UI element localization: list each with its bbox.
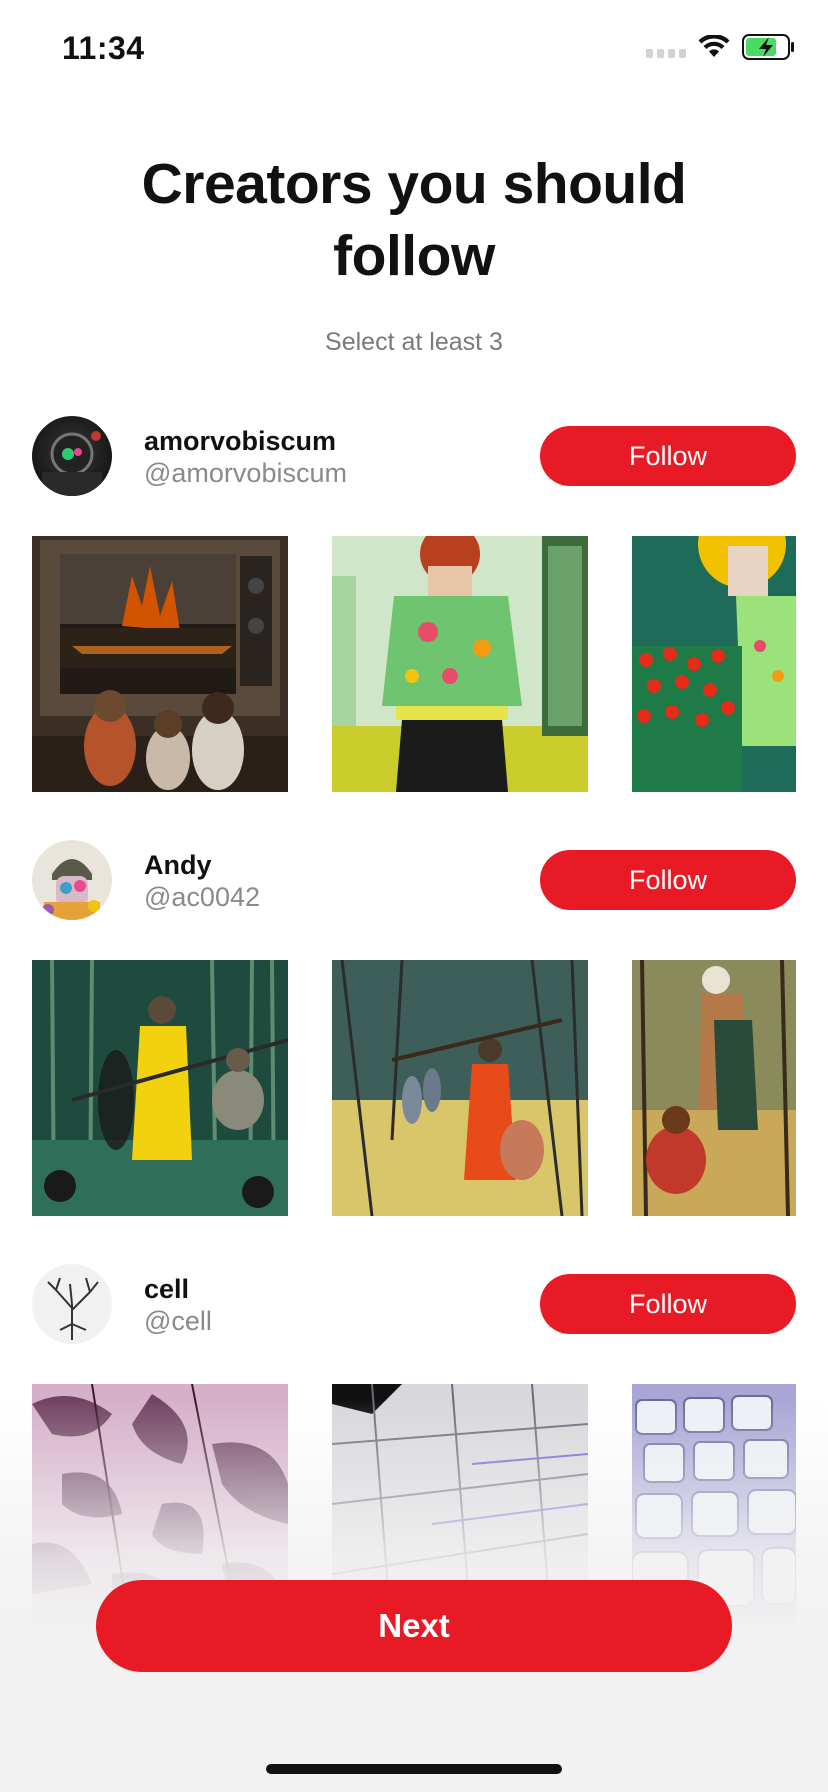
avatar[interactable] xyxy=(32,416,112,496)
wifi-icon xyxy=(698,35,730,59)
signal-icon xyxy=(646,36,686,58)
creator-name: Andy xyxy=(144,850,212,880)
creator-handle: @cell xyxy=(144,1306,212,1336)
artwork-thumbnail[interactable] xyxy=(332,960,588,1216)
screen: 11:34 Creators you should follow Select … xyxy=(0,0,828,1792)
page-title: Creators you should follow xyxy=(141,152,687,288)
creator-row: cell @cell Follow xyxy=(32,1264,796,1344)
home-indicator[interactable] xyxy=(266,1764,562,1774)
follow-button[interactable]: Follow xyxy=(540,850,796,910)
status-icons xyxy=(646,34,796,60)
next-button[interactable]: Next xyxy=(96,1580,732,1672)
battery-charging-icon xyxy=(742,34,796,60)
creator-item-andy: Andy @ac0042 Follow xyxy=(0,840,828,1220)
creator-row: amorvobiscum @amorvobiscum Follow xyxy=(32,416,796,496)
artwork-thumbnail[interactable] xyxy=(32,960,288,1216)
artwork-thumbnail[interactable] xyxy=(632,536,796,792)
creator-row: Andy @ac0042 Follow xyxy=(32,840,796,920)
status-time: 11:34 xyxy=(62,30,145,66)
status-bar: 11:34 xyxy=(0,0,828,100)
artwork-thumbnail[interactable] xyxy=(632,960,796,1216)
follow-button[interactable]: Follow xyxy=(540,426,796,486)
page-subtitle: Select at least 3 xyxy=(325,328,503,356)
artwork-strip[interactable] xyxy=(32,536,828,792)
creator-name: amorvobiscum xyxy=(144,426,337,456)
creator-handle: @ac0042 xyxy=(144,882,260,912)
avatar[interactable] xyxy=(32,1264,112,1344)
creator-item-amorvobiscum: amorvobiscum @amorvobiscum Follow xyxy=(0,416,828,796)
avatar[interactable] xyxy=(32,840,112,920)
artwork-thumbnail[interactable] xyxy=(332,536,588,792)
artwork-thumbnail[interactable] xyxy=(32,536,288,792)
creator-handle: @amorvobiscum xyxy=(144,458,347,488)
artwork-strip[interactable] xyxy=(32,960,828,1216)
follow-button[interactable]: Follow xyxy=(540,1274,796,1334)
creator-name: cell xyxy=(144,1274,190,1304)
